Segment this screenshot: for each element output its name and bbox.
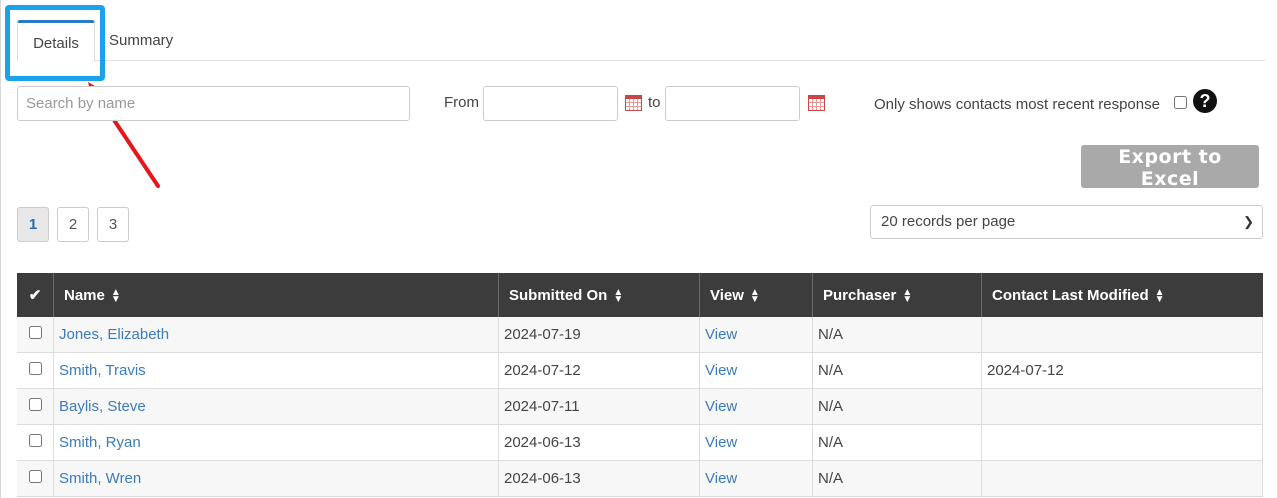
tab-bar: Details Summary (17, 20, 1265, 62)
submitted-cell: 2024-07-11 (498, 388, 700, 425)
table-row: Baylis, Steve 2024-07-11 View N/A (17, 388, 1263, 425)
column-header-view[interactable]: View ▲ ▼ (699, 273, 813, 317)
sort-icon: ▲ ▼ (613, 286, 624, 305)
view-cell: View (699, 352, 813, 389)
column-header-submitted-label: Submitted On (509, 286, 608, 304)
modified-cell: 2024-07-12 (981, 352, 1263, 389)
view-link[interactable]: View (705, 434, 737, 451)
column-header-modified-label: Contact Last Modified (992, 286, 1149, 304)
tab-details[interactable]: Details (17, 20, 95, 62)
row-checkbox-cell (17, 352, 54, 389)
submitted-cell: 2024-07-12 (498, 352, 700, 389)
recent-response-label: Only shows contacts most recent response (874, 96, 1160, 113)
table-header-row: ✔ Name ▲ ▼ Submitted On ▲ ▼ View ▲ ▼ Purchaser… (17, 273, 1263, 317)
view-link[interactable]: View (705, 470, 737, 487)
contact-name-link[interactable]: Smith, Wren (59, 470, 141, 487)
modified-cell (981, 460, 1263, 497)
table-row: Jones, Elizabeth 2024-07-19 View N/A (17, 317, 1263, 353)
contact-name-link[interactable]: Jones, Elizabeth (59, 326, 169, 343)
search-name-input[interactable] (17, 86, 410, 121)
row-checkbox[interactable] (28, 326, 42, 339)
column-header-name[interactable]: Name ▲ ▼ (53, 273, 499, 317)
view-cell: View (699, 317, 813, 353)
column-header-submitted[interactable]: Submitted On ▲ ▼ (498, 273, 700, 317)
recent-response-checkbox[interactable] (1174, 96, 1187, 109)
sort-icon: ▲ ▼ (749, 286, 760, 305)
row-checkbox-cell (17, 317, 54, 353)
submitted-cell: 2024-06-13 (498, 424, 700, 461)
select-all-icon[interactable]: ✔ (17, 273, 54, 317)
purchaser-cell: N/A (812, 424, 982, 461)
page-button-3[interactable]: 3 (97, 207, 129, 242)
row-checkbox[interactable] (28, 470, 42, 483)
view-cell: View (699, 388, 813, 425)
purchaser-cell: N/A (812, 388, 982, 425)
purchaser-cell: N/A (812, 460, 982, 497)
modified-cell (981, 424, 1263, 461)
sort-icon: ▲ ▼ (110, 286, 121, 305)
tab-summary[interactable]: Summary (109, 20, 173, 60)
question-circle-icon[interactable]: ? (1193, 89, 1217, 113)
name-cell: Smith, Ryan (53, 424, 499, 461)
name-cell: Baylis, Steve (53, 388, 499, 425)
sort-icon: ▲ ▼ (1154, 286, 1165, 305)
page-button-1[interactable]: 1 (17, 207, 49, 242)
row-checkbox[interactable] (28, 434, 42, 447)
table-row: Smith, Wren 2024-06-13 View N/A (17, 460, 1263, 497)
row-checkbox-cell (17, 460, 54, 497)
to-label: to (648, 94, 661, 111)
column-header-name-label: Name (64, 286, 105, 304)
name-cell: Smith, Travis (53, 352, 499, 389)
sort-icon: ▲ ▼ (902, 286, 913, 305)
name-cell: Jones, Elizabeth (53, 317, 499, 353)
row-checkbox[interactable] (28, 398, 42, 411)
records-per-page-select[interactable]: 20 records per page ❯ (870, 205, 1263, 239)
chevron-down-icon: ❯ (1243, 214, 1254, 229)
records-per-page-value: 20 records per page (881, 213, 1016, 230)
column-header-contact-last-modified[interactable]: Contact Last Modified ▲ ▼ (981, 273, 1263, 317)
modified-cell (981, 388, 1263, 425)
table-row: Smith, Ryan 2024-06-13 View N/A (17, 424, 1263, 461)
date-from-input[interactable] (483, 86, 618, 121)
submitted-cell: 2024-07-19 (498, 317, 700, 353)
view-cell: View (699, 460, 813, 497)
export-to-excel-button[interactable]: Export to Excel (1081, 145, 1259, 190)
purchaser-cell: N/A (812, 352, 982, 389)
responses-table: ✔ Name ▲ ▼ Submitted On ▲ ▼ View ▲ ▼ Purchaser… (17, 273, 1263, 497)
date-to-input[interactable] (665, 86, 800, 121)
view-link[interactable]: View (705, 326, 737, 343)
contact-name-link[interactable]: Smith, Travis (59, 362, 146, 379)
table-row: Smith, Travis 2024-07-12 View N/A 2024-0… (17, 352, 1263, 389)
from-label: From (444, 94, 479, 111)
row-checkbox[interactable] (28, 362, 42, 375)
purchaser-cell: N/A (812, 317, 982, 353)
calendar-from-icon[interactable] (625, 95, 642, 111)
page-button-2[interactable]: 2 (57, 207, 89, 242)
frame-left-edge (0, 0, 1, 498)
modified-cell (981, 317, 1263, 353)
column-header-purchaser-label: Purchaser (823, 286, 897, 304)
calendar-to-icon[interactable] (808, 95, 825, 111)
name-cell: Smith, Wren (53, 460, 499, 497)
view-link[interactable]: View (705, 362, 737, 379)
view-link[interactable]: View (705, 398, 737, 415)
column-header-view-label: View (710, 286, 744, 304)
contact-name-link[interactable]: Baylis, Steve (59, 398, 146, 415)
submitted-cell: 2024-06-13 (498, 460, 700, 497)
column-header-purchaser[interactable]: Purchaser ▲ ▼ (812, 273, 982, 317)
contact-name-link[interactable]: Smith, Ryan (59, 434, 141, 451)
row-checkbox-cell (17, 424, 54, 461)
row-checkbox-cell (17, 388, 54, 425)
view-cell: View (699, 424, 813, 461)
